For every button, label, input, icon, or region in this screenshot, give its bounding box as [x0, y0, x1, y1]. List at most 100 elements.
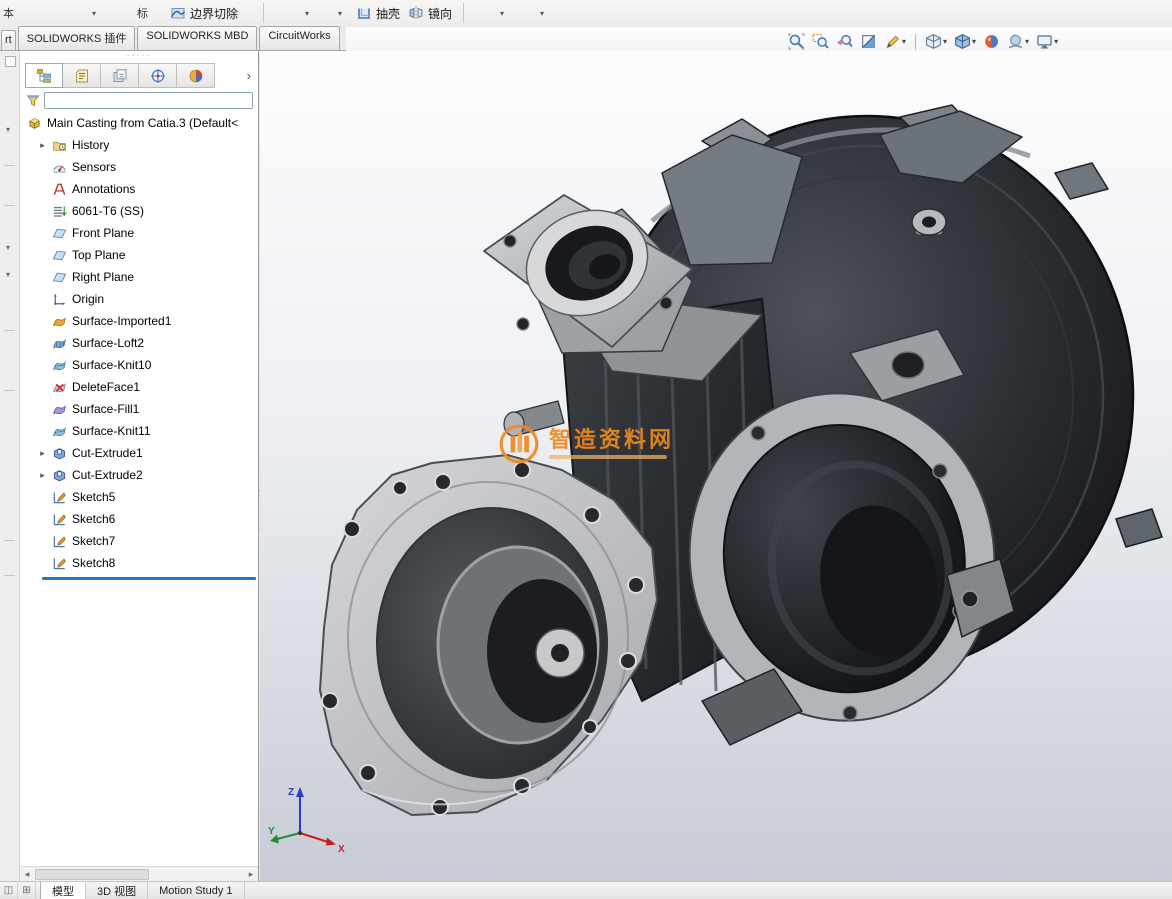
previous-view-icon	[836, 33, 853, 50]
tree-item-6061-t6-ss[interactable]: 6061-T6 (SS)	[20, 200, 258, 222]
toolbar-fragment[interactable]: 本	[3, 5, 14, 21]
dropdown-arrow-icon[interactable]: ▾	[92, 9, 96, 18]
grid-icon[interactable]: ⊞	[18, 882, 36, 899]
rollback-bar[interactable]	[42, 577, 256, 580]
tree-item-right-plane[interactable]: Right Plane	[20, 266, 258, 288]
dropdown-arrow-icon[interactable]: ▾	[500, 9, 504, 18]
tree-item-origin[interactable]: Origin	[20, 288, 258, 310]
tree-item-surface-knit10[interactable]: Surface-Knit10	[20, 354, 258, 376]
tree-item-surface-loft2[interactable]: Surface-Loft2	[20, 332, 258, 354]
pane-icon[interactable]: ◫	[0, 882, 18, 899]
tab-solidworks-mbd[interactable]: SOLIDWORKS MBD	[137, 26, 257, 50]
apply-scene-button[interactable]: ▾	[1007, 33, 1029, 50]
bottom-tab-3d[interactable]: 3D 视图	[86, 882, 148, 899]
toolbar-fragment[interactable]: 标	[137, 5, 148, 21]
dropdown-arrow-icon[interactable]: ▾	[1025, 37, 1029, 46]
tree-item-front-plane[interactable]: Front Plane	[20, 222, 258, 244]
bottom-tabs: 模型3D 视图Motion Study 1	[40, 882, 245, 899]
zoom-to-fit-button[interactable]	[788, 33, 805, 50]
tree-root-label: Main Casting from Catia.3 (Default<	[47, 116, 238, 130]
tree-item-surface-fill1[interactable]: Surface-Fill1	[20, 398, 258, 420]
3d-model[interactable]	[260, 51, 1172, 881]
panel-drag-handle[interactable]: ·····	[20, 51, 258, 62]
tree-item-deleteface1[interactable]: DeleteFace1	[20, 376, 258, 398]
propertymanager-icon	[74, 68, 90, 84]
shell-label: 抽壳	[376, 5, 400, 22]
tree-item-top-plane[interactable]: Top Plane	[20, 244, 258, 266]
dropdown-arrow-icon[interactable]: ▾	[902, 37, 906, 46]
left-toolbar-dropdown-icon[interactable]: ▾	[6, 270, 10, 279]
tree-item-history[interactable]: ▸History	[20, 134, 258, 156]
dropdown-arrow-icon[interactable]: ▾	[943, 37, 947, 46]
tree-item-sketch7[interactable]: Sketch7	[20, 530, 258, 552]
dropdown-arrow-icon[interactable]: ▾	[1054, 37, 1058, 46]
dropdown-arrow-icon[interactable]: ▾	[305, 9, 309, 18]
previous-view-button[interactable]	[836, 33, 853, 50]
watermark-subtitle	[549, 455, 667, 459]
panel-flyout-arrow[interactable]: ›	[243, 68, 255, 83]
tree-item-cut-extrude1[interactable]: ▸Cut-Extrude1	[20, 442, 258, 464]
tree-item-sensors[interactable]: Sensors	[20, 156, 258, 178]
display-style-button[interactable]: ▾	[954, 33, 976, 50]
left-toolbar-separator	[4, 540, 15, 541]
tree-item-surface-knit11[interactable]: Surface-Knit11	[20, 420, 258, 442]
filter-input[interactable]	[44, 92, 253, 109]
dropdown-arrow-icon[interactable]: ▾	[338, 9, 342, 18]
scroll-right-arrow[interactable]: ▸	[244, 869, 258, 880]
tree-item-annotations[interactable]: Annotations	[20, 178, 258, 200]
dropdown-arrow-icon[interactable]: ▾	[972, 37, 976, 46]
bottom-tab-[interactable]: 模型	[40, 882, 86, 899]
tree-item-label: Top Plane	[72, 248, 125, 262]
tree-item-label: Surface-Loft2	[72, 336, 144, 350]
view-orientation-button[interactable]: ▾	[925, 33, 947, 50]
tree-item-surface-imported1[interactable]: Surface-Imported1	[20, 310, 258, 332]
material-icon	[52, 204, 67, 219]
zoom-to-area-icon	[812, 33, 829, 50]
apply-scene-icon	[1007, 33, 1024, 50]
scrollbar-track[interactable]	[35, 869, 243, 880]
boundary-cut-button[interactable]: 边界切除	[166, 2, 242, 24]
graphics-area[interactable]: 智造资料网 Z Y X	[260, 51, 1172, 881]
left-toolbar-button[interactable]	[5, 56, 16, 67]
propertymanager-tab[interactable]	[63, 63, 101, 88]
configurationmanager-tab[interactable]	[101, 63, 139, 88]
toolbar-separator	[263, 3, 264, 23]
sketch-icon	[52, 512, 67, 527]
tab-solidworks[interactable]: SOLIDWORKS 插件	[18, 26, 136, 50]
mirror-button[interactable]: 镜向	[404, 2, 456, 24]
tree-item-sketch8[interactable]: Sketch8	[20, 552, 258, 574]
shell-button[interactable]: 抽壳	[352, 2, 404, 24]
tree-item-label: Surface-Knit10	[72, 358, 151, 372]
left-toolbar-dropdown-icon[interactable]: ▾	[6, 125, 10, 134]
dropdown-arrow-icon[interactable]: ▾	[540, 9, 544, 18]
left-toolbar-dropdown-icon[interactable]: ▾	[6, 243, 10, 252]
sensors-icon	[52, 160, 67, 175]
panel-horizontal-scrollbar[interactable]: ◂ ▸	[20, 866, 258, 881]
scroll-left-arrow[interactable]: ◂	[20, 869, 34, 880]
tree-root-item[interactable]: Main Casting from Catia.3 (Default<	[20, 112, 258, 134]
surfloft-icon	[52, 336, 67, 351]
displaymanager-tab[interactable]	[177, 63, 215, 88]
bottom-tab-motion-study-1[interactable]: Motion Study 1	[148, 882, 244, 899]
edit-appearance-button[interactable]	[983, 33, 1000, 50]
scrollbar-thumb[interactable]	[35, 869, 149, 880]
tree-item-label: Right Plane	[72, 270, 134, 284]
dynamic-annotation-views-button[interactable]: ▾	[884, 33, 906, 50]
tree-item-cut-extrude2[interactable]: ▸Cut-Extrude2	[20, 464, 258, 486]
tree-item-sketch5[interactable]: Sketch5	[20, 486, 258, 508]
expand-arrow-icon[interactable]: ▸	[38, 470, 47, 481]
plane-icon	[52, 226, 67, 241]
expand-arrow-icon[interactable]: ▸	[38, 140, 47, 151]
boundary-cut-label: 边界切除	[190, 5, 238, 22]
view-settings-button[interactable]: ▾	[1036, 33, 1058, 50]
tab-circuitworks[interactable]: CircuitWorks	[259, 26, 339, 50]
tree-item-label: Sketch6	[72, 512, 115, 526]
section-view-button[interactable]	[860, 33, 877, 50]
tree-item-sketch6[interactable]: Sketch6	[20, 508, 258, 530]
partial-tab[interactable]: rt	[1, 30, 16, 50]
expand-arrow-icon[interactable]: ▸	[38, 448, 47, 459]
zoom-to-area-button[interactable]	[812, 33, 829, 50]
left-toolbar-separator	[4, 575, 15, 576]
dimxpertmanager-tab[interactable]	[139, 63, 177, 88]
featuremanager-tab[interactable]	[25, 63, 63, 88]
